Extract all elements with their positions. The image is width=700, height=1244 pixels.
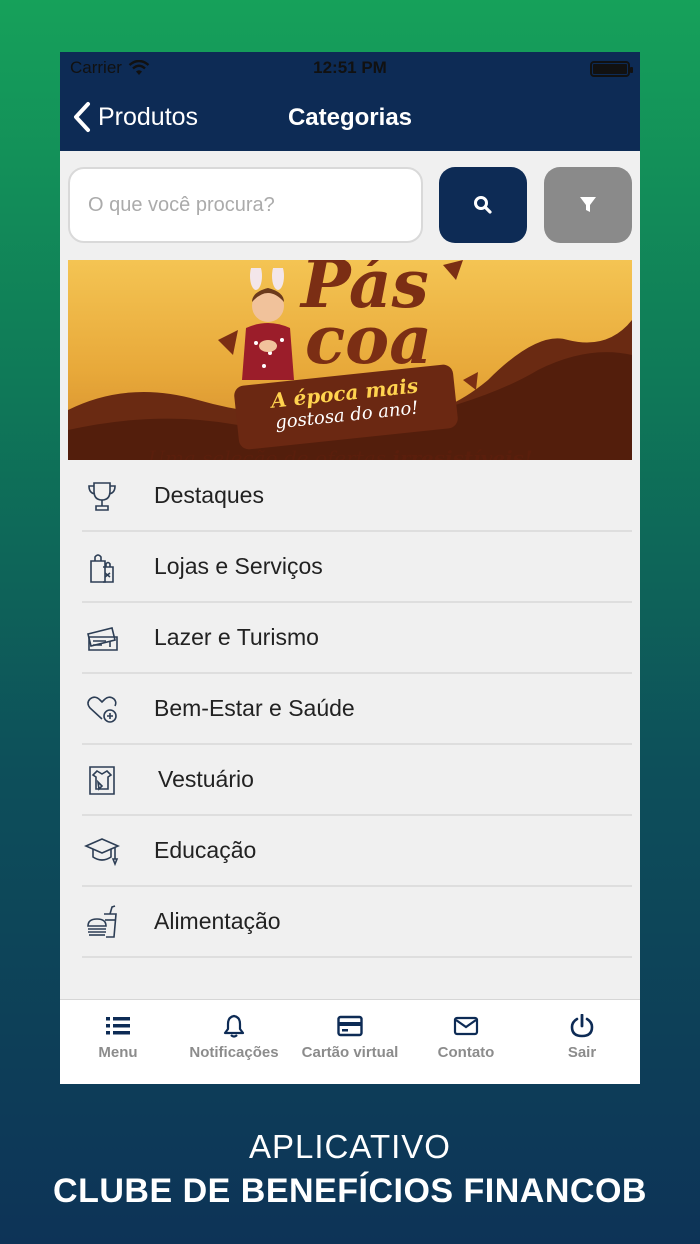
list-item-educacao[interactable]: Educação — [82, 816, 632, 887]
filter-icon — [580, 197, 596, 212]
bell-icon — [223, 1014, 245, 1038]
status-bar: Carrier 12:51 PM — [60, 52, 640, 85]
phone-screen: Carrier 12:51 PM Produtos Categorias O q… — [60, 52, 640, 1084]
banner-footer-2: irresistíveis! — [392, 446, 533, 460]
nav-bar: Produtos Categorias — [60, 85, 640, 151]
heart-plus-icon — [82, 689, 122, 729]
tab-menu[interactable]: Menu — [60, 1000, 176, 1084]
tab-bar: Menu Notificações Cartão virtual Contato — [60, 999, 640, 1084]
list-item-label: Destaques — [154, 482, 264, 508]
list-item-label: Bem-Estar e Saúde — [154, 695, 355, 721]
list-item-label: Alimentação — [154, 908, 281, 934]
credit-card-icon — [337, 1015, 363, 1037]
clock: 12:51 PM — [313, 58, 387, 77]
headline-line-2: coa — [305, 301, 432, 380]
list-item-label: Lojas e Serviços — [154, 553, 323, 579]
trophy-icon — [82, 476, 122, 516]
caption-line-1: APLICATIVO — [249, 1128, 451, 1165]
list-item-lojas-servicos[interactable]: Lojas e Serviços — [82, 532, 632, 603]
search-input[interactable] — [68, 167, 423, 243]
filter-button[interactable] — [544, 167, 632, 243]
burger-drink-icon — [82, 902, 122, 942]
tab-label: Contato — [437, 1044, 495, 1061]
tab-notifications[interactable]: Notificações — [176, 1000, 292, 1084]
tab-virtual-card[interactable]: Cartão virtual — [292, 1000, 408, 1084]
envelope-icon — [453, 1016, 479, 1036]
promo-banner[interactable]: Pás coa A época mais gostosa do ano! Uma… — [68, 260, 632, 460]
list-item-label: Vestuário — [158, 766, 254, 792]
list-item-destaques[interactable]: Destaques — [82, 461, 632, 532]
list-icon — [106, 1017, 130, 1035]
page-title: Categorias — [287, 104, 413, 131]
graduation-cap-icon — [82, 831, 122, 871]
shirt-tag-icon — [82, 760, 122, 800]
list-item-lazer-turismo[interactable]: Lazer e Turismo — [82, 603, 632, 674]
search-icon — [474, 196, 492, 214]
list-item-label: Educação — [154, 837, 257, 863]
banner-headline: Pás coa — [293, 260, 432, 380]
ticket-icon — [82, 618, 122, 658]
tab-label: Notificações — [189, 1044, 279, 1061]
shopping-bag-icon — [82, 547, 122, 587]
caption-line-2: CLUBE DE BENEFÍCIOS FINANCOB — [53, 1172, 647, 1210]
banner-footer-1: Uma seleção de ofertas — [148, 446, 393, 460]
power-icon — [570, 1014, 594, 1038]
tab-label: Menu — [98, 1044, 138, 1061]
search-row — [68, 167, 632, 245]
tab-logout[interactable]: Sair — [524, 1000, 640, 1084]
list-item-vestuario[interactable]: Vestuário — [82, 745, 632, 816]
list-item-alimentacao[interactable]: Alimentação — [82, 887, 632, 958]
banner-footer-text: Uma seleção de ofertas irresistíveis! — [148, 446, 533, 460]
category-list: Destaques Lojas e Serviços Lazer e Turis… — [82, 461, 632, 958]
tab-label: Cartão virtual — [301, 1044, 399, 1061]
list-item-bem-estar-saude[interactable]: Bem-Estar e Saúde — [82, 674, 632, 745]
tab-label: Sair — [567, 1044, 597, 1061]
tab-contact[interactable]: Contato — [408, 1000, 524, 1084]
marketing-caption: APLICATIVO CLUBE DE BENEFÍCIOS FINANCOB — [0, 1128, 700, 1211]
list-item-label: Lazer e Turismo — [154, 624, 319, 650]
search-button[interactable] — [439, 167, 527, 243]
battery-icon — [590, 61, 633, 77]
